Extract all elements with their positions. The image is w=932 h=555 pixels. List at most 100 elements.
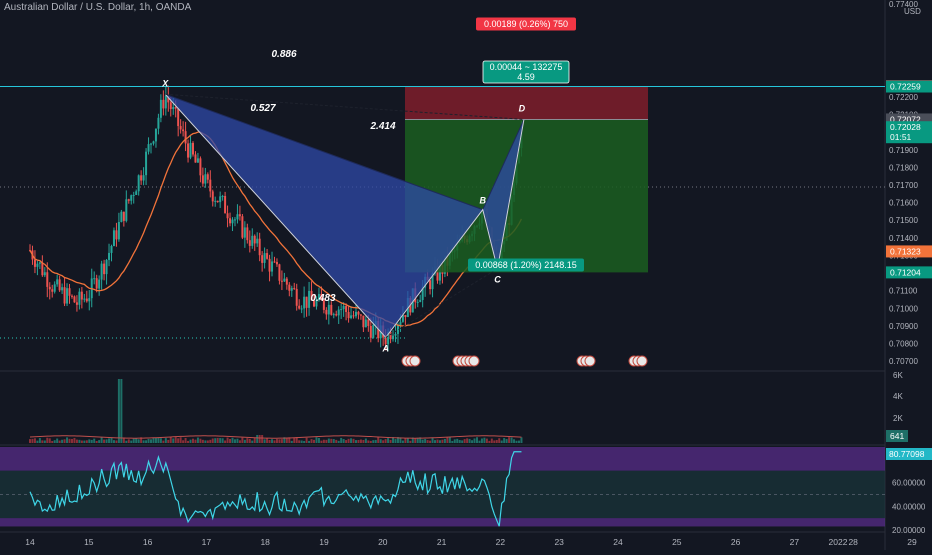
volume-bar (478, 440, 481, 443)
volume-bar (36, 440, 39, 443)
entry-label: 4.59 (517, 72, 535, 82)
volume-bar (179, 437, 182, 443)
volume-bar (261, 435, 264, 443)
volume-bar (115, 440, 118, 443)
volume-bar (182, 440, 185, 443)
price-axis-badge-text: 0.71204 (890, 267, 921, 277)
volume-bar (500, 440, 503, 443)
candle-body (93, 278, 96, 280)
candle-body (367, 319, 370, 326)
volume-bar (73, 437, 76, 443)
candle-body (362, 315, 365, 328)
volume-bar (31, 438, 34, 443)
candle-body (342, 306, 345, 310)
volume-bar (243, 439, 246, 443)
volume-bar (204, 440, 207, 443)
candle-body (41, 262, 44, 276)
candle-body (399, 321, 402, 326)
candle-body (145, 151, 148, 176)
volume-bar (162, 440, 165, 443)
candle-body (33, 259, 36, 267)
volume-bar (441, 439, 444, 443)
candle-body (233, 219, 236, 221)
price-tick-label: 0.71500 (889, 216, 918, 225)
volume-bar (443, 438, 446, 443)
volume-bar (125, 440, 128, 443)
candle-body (63, 287, 66, 304)
volume-bar (199, 438, 202, 443)
candle-body (229, 218, 232, 224)
volume-bar (83, 440, 86, 443)
volume-bar (58, 440, 61, 443)
volume-bar (191, 438, 194, 443)
rsi-oversold-band (0, 518, 885, 527)
candle-body (159, 99, 162, 118)
volume-bar (342, 439, 345, 443)
entry-label: 0.00044 ~ 132275 (490, 62, 563, 72)
volume-bar (377, 437, 380, 443)
volume-bar (429, 440, 432, 443)
volume-bar (278, 439, 281, 443)
candle-body (364, 319, 367, 328)
candle-body (43, 272, 46, 276)
candle-body (137, 175, 140, 192)
symbol-title: Australian Dollar / U.S. Dollar, 1h, OAN… (4, 2, 192, 13)
volume-bar (404, 438, 407, 443)
price-tick-label: 0.71900 (889, 146, 918, 155)
volume-bar (110, 437, 113, 443)
price-tick-label: 0.71000 (889, 304, 918, 313)
volume-bar (401, 440, 404, 443)
candle-body (283, 278, 286, 282)
volume-bar (285, 438, 288, 443)
candle-body (404, 315, 407, 318)
volume-bar (258, 435, 261, 443)
candle-body (258, 238, 261, 256)
volume-bar (209, 439, 212, 443)
time-tick-label: 23 (554, 537, 564, 547)
candle-body (330, 304, 333, 315)
volume-bar (100, 437, 103, 443)
volume-bar (88, 439, 91, 443)
volume-bar (29, 439, 31, 443)
volume-bar (406, 438, 409, 443)
chart-canvas[interactable]: X A B C D 0.886 0.527 0.483 2.414 0.00189 (0.26%)… (0, 0, 932, 550)
candle-body (127, 199, 130, 201)
volume-bar (434, 440, 437, 443)
volume-bar (85, 440, 88, 443)
candle-body (51, 289, 54, 292)
candle-body (350, 315, 353, 319)
volume-bar (374, 439, 377, 443)
volume-bar (233, 439, 236, 443)
time-tick-label: 22 (496, 537, 506, 547)
harmonic-point-a: A (381, 343, 389, 353)
volume-bar (194, 439, 197, 443)
volume-bar (290, 440, 293, 443)
candle-body (263, 253, 266, 263)
volume-bar (367, 440, 370, 443)
volume-bar (246, 438, 249, 443)
time-tick-label: 18 (260, 537, 270, 547)
volume-bar (483, 437, 486, 443)
volume-bar (229, 438, 232, 443)
volume-bar (325, 439, 328, 443)
volume-bar (117, 379, 120, 443)
volume-bar (48, 438, 51, 443)
volume-bar (127, 439, 130, 443)
time-tick-label: 16 (143, 537, 153, 547)
candle-body (248, 240, 251, 246)
rsi-overbought-band (0, 447, 885, 471)
volume-bar (426, 440, 429, 443)
candle-body (389, 332, 392, 340)
volume-bar (214, 438, 217, 443)
candle-body (345, 306, 348, 313)
volume-bar (177, 438, 180, 443)
candle-body (271, 261, 274, 272)
volume-bar (236, 438, 239, 443)
volume-bar (184, 437, 187, 443)
volume-bar (313, 439, 316, 443)
volume-bar (219, 438, 222, 443)
candle-body (352, 315, 355, 317)
volume-axis-badge-text: 641 (890, 431, 904, 441)
volume-bar (206, 440, 209, 443)
price-tick-label: 0.71400 (889, 234, 918, 243)
